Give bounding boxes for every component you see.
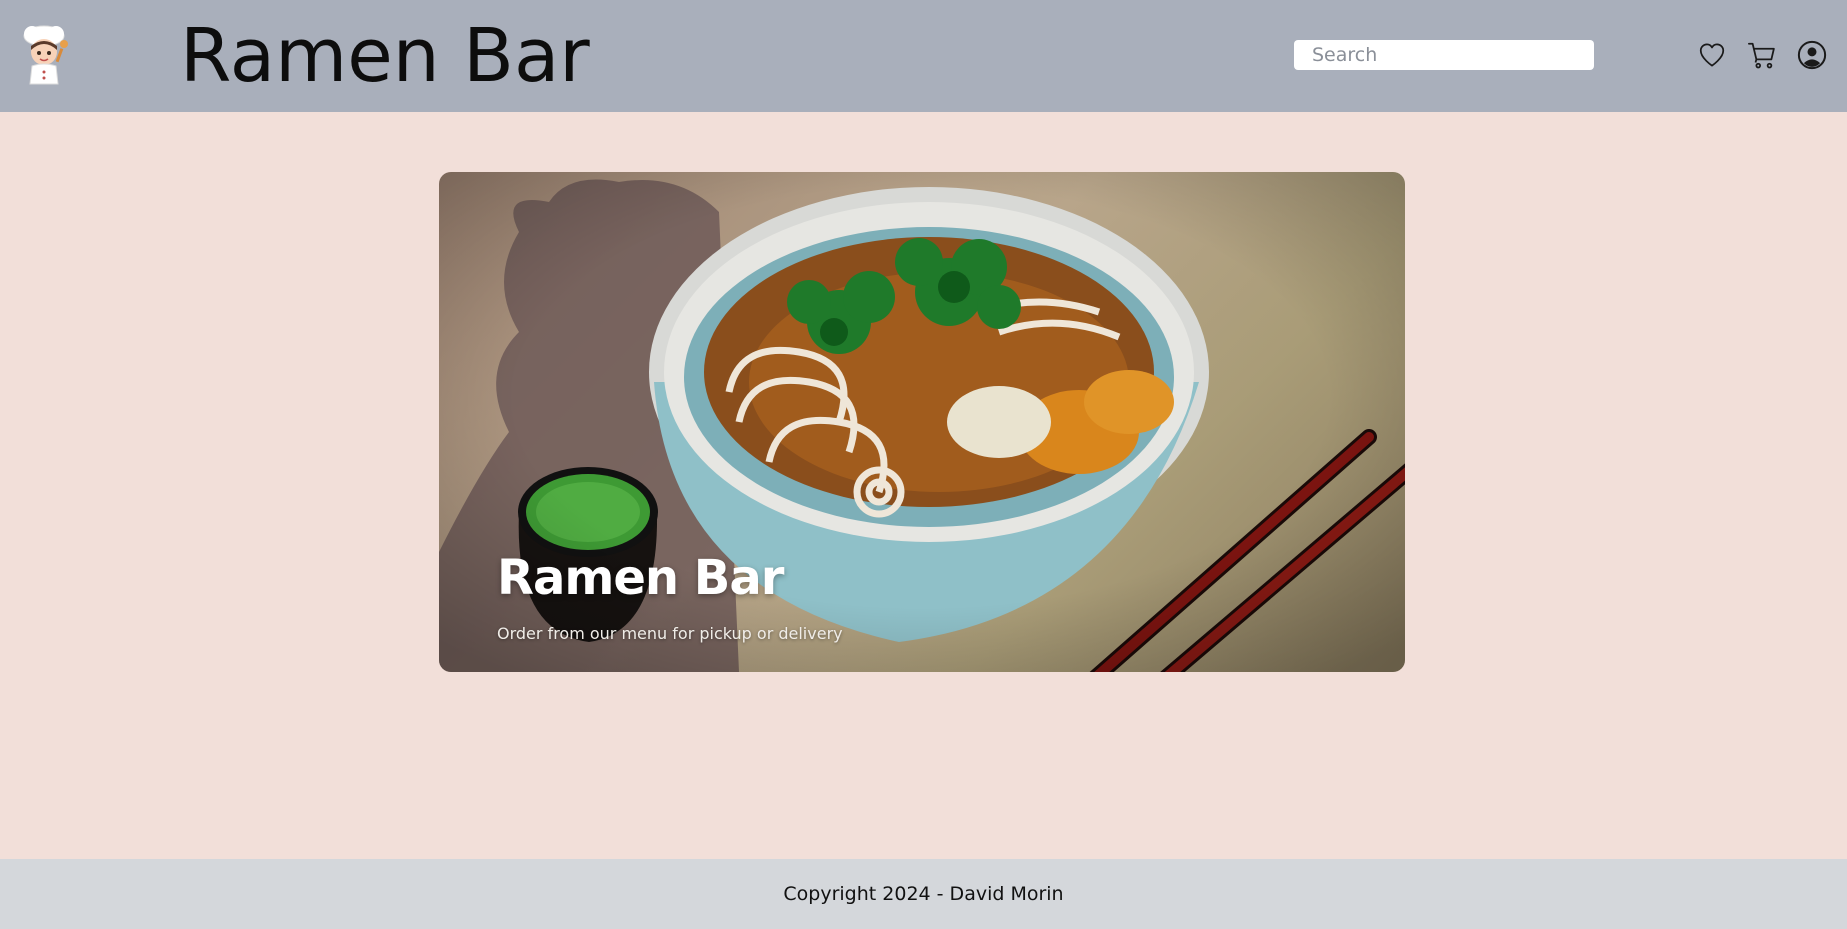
hero-title: Ramen Bar: [497, 550, 784, 606]
hero-banner: Ramen Bar Order from our menu for pickup…: [439, 172, 1405, 672]
heart-icon: [1699, 43, 1725, 67]
cart-icon: [1748, 42, 1775, 69]
site-title[interactable]: Ramen Bar: [180, 14, 590, 98]
account-button[interactable]: [1796, 39, 1828, 71]
search-input[interactable]: [1294, 40, 1594, 70]
hero-subtitle: Order from our menu for pickup or delive…: [497, 624, 843, 643]
cart-button[interactable]: [1746, 39, 1778, 71]
favorites-button[interactable]: [1696, 39, 1728, 71]
site-footer: Copyright 2024 - David Morin: [0, 859, 1847, 929]
copyright-text: Copyright 2024 - David Morin: [783, 883, 1064, 905]
chef-mascot-icon[interactable]: [14, 22, 80, 88]
user-icon: [1797, 40, 1827, 70]
site-header: Ramen Bar: [0, 0, 1847, 112]
